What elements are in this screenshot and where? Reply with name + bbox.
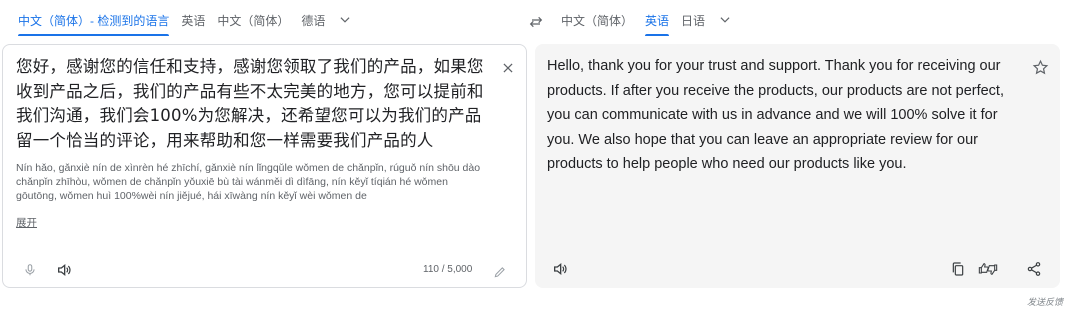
target-lang-label: 英语 xyxy=(645,13,670,28)
source-lang-tab-english[interactable]: 英语 xyxy=(175,0,211,40)
chevron-down-icon xyxy=(720,17,730,23)
close-icon xyxy=(503,63,513,73)
target-lang-tab-chinese[interactable]: 中文（简体） xyxy=(555,0,639,40)
target-language-bar: 中文（简体） 英语 日语 xyxy=(555,0,1075,40)
thumbs-up-down-icon xyxy=(978,263,998,275)
source-lang-tab-german[interactable]: 德语 xyxy=(295,0,331,40)
source-language-bar: 中文（简体）- 检测到的语言 英语 中文（简体） 德语 xyxy=(0,0,520,40)
save-translation-button[interactable] xyxy=(1029,56,1051,78)
target-lang-tab-english[interactable]: 英语 xyxy=(639,0,675,40)
character-count: 110 / 5,000 xyxy=(423,264,473,275)
source-romanization: Nín hǎo, gǎnxiè nín de xìnrèn hé zhīchí,… xyxy=(16,162,481,202)
translate-app: 中文（简体）- 检测到的语言 英语 中文（简体） 德语 中文（简体） 英语 日语… xyxy=(0,0,1080,332)
handwriting-button[interactable] xyxy=(489,261,511,283)
clear-source-button[interactable] xyxy=(497,57,519,79)
chevron-down-icon xyxy=(340,17,350,23)
source-panel: 您好，感谢您的信任和支持，感谢您领取了我们的产品，如果您收到产品之后，我们的产品… xyxy=(2,44,527,288)
share-translation-button[interactable] xyxy=(1023,258,1045,280)
speaker-icon xyxy=(554,262,567,276)
show-more-link[interactable]: 展开 xyxy=(16,215,37,230)
voice-input-button[interactable] xyxy=(19,259,41,281)
swap-languages-button[interactable] xyxy=(524,10,548,34)
swap-icon xyxy=(529,16,543,28)
speaker-icon xyxy=(58,263,71,277)
listen-translation-button[interactable] xyxy=(549,258,571,280)
rate-translation-button[interactable] xyxy=(977,258,999,280)
source-lang-detected-label: 中文（简体）- 检测到的语言 xyxy=(18,13,170,28)
send-feedback-link[interactable]: 发送反馈 xyxy=(1027,295,1063,308)
target-lang-more-button[interactable] xyxy=(711,0,739,40)
copy-translation-button[interactable] xyxy=(947,258,969,280)
target-lang-label: 中文（简体） xyxy=(561,13,634,28)
pencil-icon xyxy=(494,267,505,278)
target-lang-label: 日语 xyxy=(681,13,706,28)
target-panel: Hello, thank you for your trust and supp… xyxy=(535,44,1060,288)
source-lang-label: 德语 xyxy=(301,13,326,28)
star-icon xyxy=(1032,59,1048,74)
source-text-input[interactable]: 您好，感谢您的信任和支持，感谢您领取了我们的产品，如果您收到产品之后，我们的产品… xyxy=(16,55,486,153)
share-icon xyxy=(1027,262,1041,276)
copy-icon xyxy=(952,262,964,276)
source-lang-tab-chinese[interactable]: 中文（简体） xyxy=(211,0,295,40)
translation-output: Hello, thank you for your trust and supp… xyxy=(547,58,1004,172)
source-lang-more-button[interactable] xyxy=(331,0,359,40)
source-lang-label: 英语 xyxy=(181,13,206,28)
listen-source-button[interactable] xyxy=(53,259,75,281)
source-lang-detected-tab[interactable]: 中文（简体）- 检测到的语言 xyxy=(12,0,175,40)
source-lang-label: 中文（简体） xyxy=(217,13,290,28)
microphone-icon xyxy=(25,264,35,276)
target-lang-tab-japanese[interactable]: 日语 xyxy=(675,0,711,40)
